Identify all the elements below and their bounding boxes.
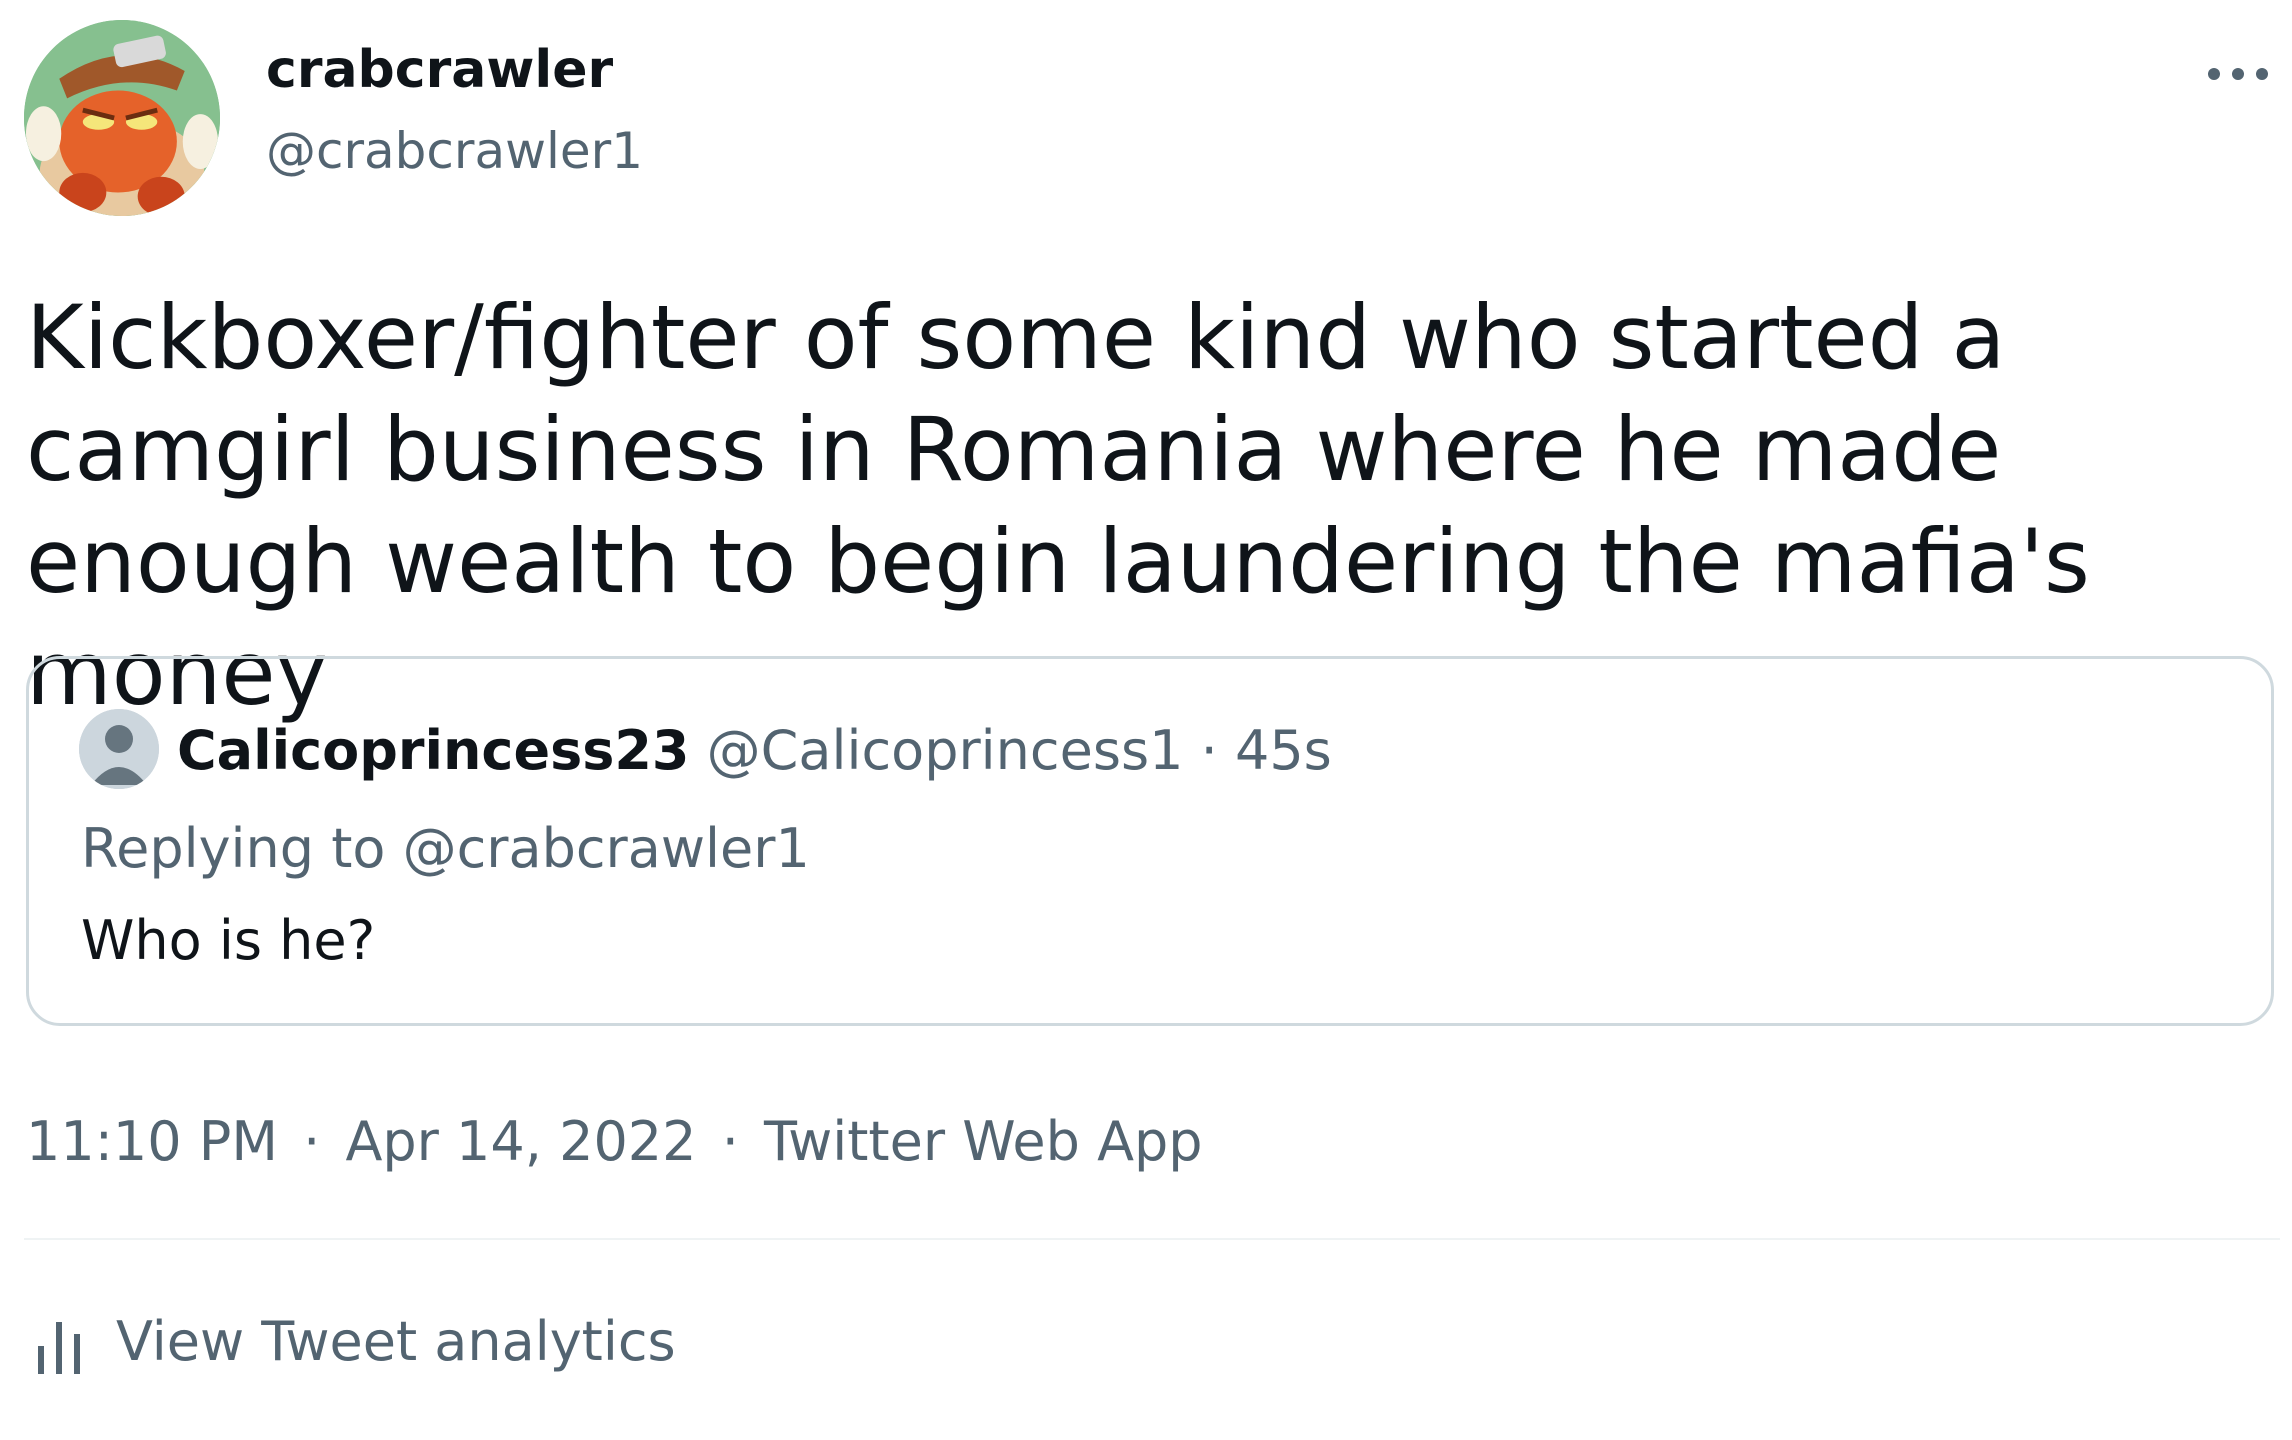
quoted-tweet[interactable]: Calicoprincess23 @Calicoprincess1 · 45s … (26, 656, 2274, 1026)
tweet-card: crabcrawler @crabcrawler1 Kickboxer/figh… (0, 0, 2292, 1440)
quoted-time-ago[interactable]: 45s (1235, 719, 1332, 782)
divider (24, 1238, 2280, 1240)
crab-character-avatar-icon (24, 20, 220, 216)
quoted-author-name[interactable]: Calicoprincess23 (177, 719, 690, 782)
replying-mention[interactable]: @crabcrawler1 (403, 817, 810, 880)
tweet-time[interactable]: 11:10 PM (26, 1110, 278, 1173)
meta-separator: · (303, 1110, 321, 1173)
more-options-button[interactable] (2200, 36, 2280, 106)
quoted-author-handle[interactable]: @Calicoprincess1 (707, 719, 1184, 782)
replying-prefix: Replying to (81, 817, 386, 880)
tweet-source: Twitter Web App (764, 1110, 1203, 1173)
tweet-metadata: 11:10 PM · Apr 14, 2022 · Twitter Web Ap… (26, 1110, 1203, 1173)
default-avatar-glyph (79, 709, 159, 789)
view-analytics-label: View Tweet analytics (116, 1310, 676, 1373)
author-handle[interactable]: @crabcrawler1 (266, 122, 643, 180)
author-display-name[interactable]: crabcrawler (266, 40, 613, 100)
quoted-tweet-text: Who is he? (81, 909, 376, 972)
quoted-replying-to: Replying to @crabcrawler1 (81, 817, 810, 880)
analytics-bar-icon (38, 1322, 80, 1374)
quoted-tweet-header: Calicoprincess23 @Calicoprincess1 · 45s (177, 719, 1332, 782)
more-options-icon (2208, 68, 2220, 80)
meta-separator: · (721, 1110, 739, 1173)
more-options-dot (2232, 68, 2244, 80)
author-avatar[interactable] (24, 20, 220, 216)
more-options-dot (2256, 68, 2268, 80)
quoted-separator: · (1200, 719, 1218, 782)
tweet-date[interactable]: Apr 14, 2022 (345, 1110, 696, 1173)
default-avatar-icon (79, 709, 159, 789)
